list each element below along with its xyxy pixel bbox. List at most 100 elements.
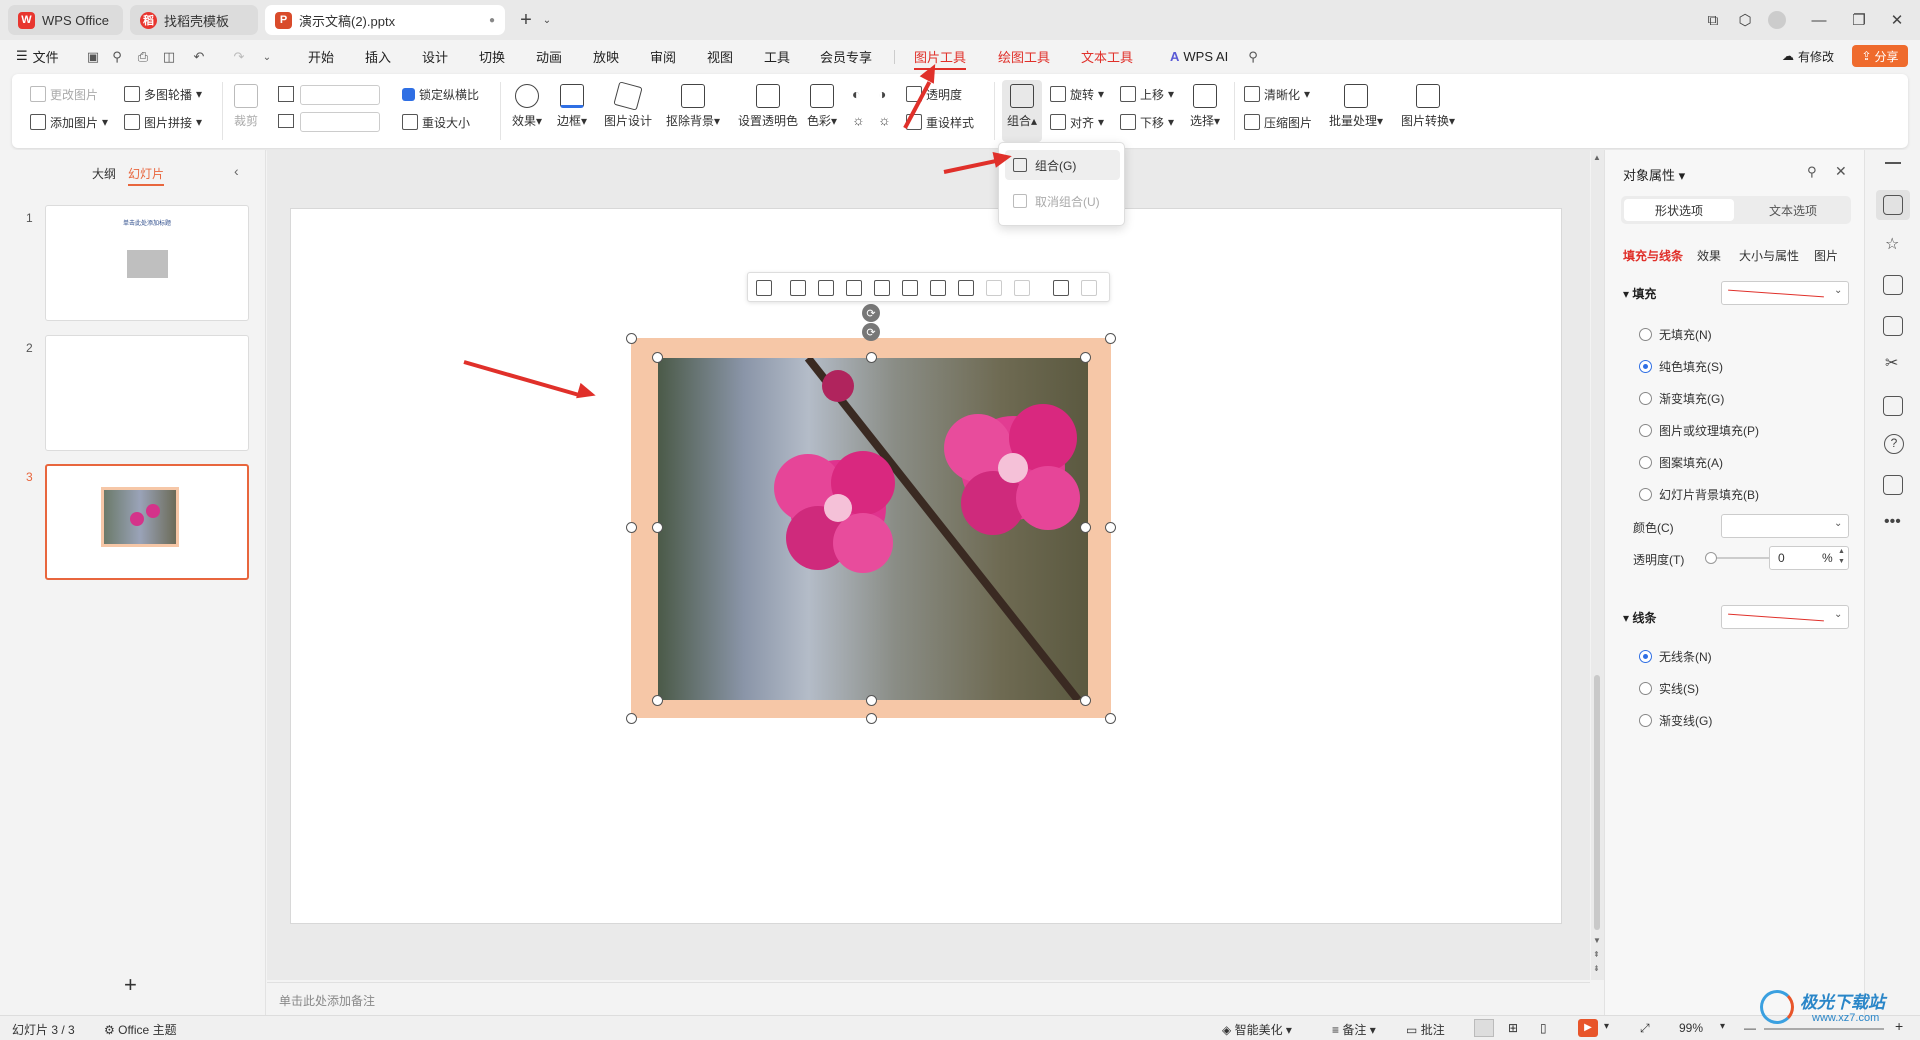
resize-handle[interactable] [866,695,877,706]
close-panel-icon[interactable]: ✕ [1835,163,1847,180]
panel-title[interactable]: 对象属性 ▾ [1623,165,1685,184]
subtab-size-properties[interactable]: 大小与属性 [1739,247,1799,264]
slide-sorter-icon[interactable]: ⊞ [1508,1021,1518,1035]
fill-option-picture-texture[interactable]: 图片或纹理填充(P) [1639,421,1759,439]
scroll-up-icon[interactable]: ▲ [1593,153,1601,162]
pin-icon[interactable]: ⚲ [1807,164,1817,180]
resize-handle[interactable] [1105,333,1116,344]
more-chevron-icon[interactable]: ⌄ [258,48,276,66]
change-picture-button[interactable]: 更改图片 [30,83,98,105]
resize-handle[interactable] [1105,522,1116,533]
subtab-effects[interactable]: 效果 [1697,247,1721,264]
tab-slides[interactable]: 幻灯片 [128,165,165,186]
menu-tools[interactable]: 工具 [764,46,790,66]
rotate-handle-icon[interactable]: ⟳ [862,323,880,341]
remove-background-button[interactable]: 抠除背景▾ [666,84,720,129]
settings-icon[interactable] [1883,475,1903,495]
zoom-out-icon[interactable]: — [1744,1021,1756,1035]
color-dropdown[interactable]: ⌄ [1721,514,1849,538]
redo-icon[interactable]: ↷ [230,48,248,66]
fill-option-none[interactable]: 无填充(N) [1639,325,1712,343]
scroll-down-icon[interactable]: ▼ [1593,936,1601,945]
copy-icon[interactable] [1883,275,1903,295]
slide-thumbnail-1[interactable]: 单击此处添加标题 [45,205,249,321]
distribute-icon[interactable] [958,280,974,296]
group-button[interactable]: 组合▴ [1007,84,1037,129]
transparency-slider-knob[interactable] [1705,552,1717,564]
resize-handle[interactable] [626,713,637,724]
border-button[interactable]: 边框▾ [557,84,587,129]
tab-wps-office[interactable]: W WPS Office [8,5,123,35]
menu-picture-tools[interactable]: 图片工具 [914,46,967,70]
spinner-down-icon[interactable]: ▼ [1838,558,1845,565]
comments-toggle[interactable]: ▭ 批注 [1406,1021,1445,1038]
slideshow-chevron-icon[interactable]: ▾ [1604,1021,1609,1032]
share-button[interactable]: ⇪ 分享 [1852,45,1908,67]
save-icon[interactable]: ▣ [84,48,102,66]
vertical-scrollbar[interactable]: ▲ ▼ ⇞ ⇟ [1591,150,1604,980]
transparency-slider-track[interactable] [1717,557,1769,559]
scrollbar-thumb[interactable] [1594,675,1600,930]
contrast-icon[interactable]: ◐ [852,86,860,102]
picture-collage-button[interactable]: 图片拼接 ▾ [124,111,202,133]
set-transparent-button[interactable]: 设置透明色 [738,84,798,129]
distribute-vertical-icon[interactable] [1014,280,1030,296]
menu-text-tools[interactable]: 文本工具 [1081,46,1133,66]
restore-icon[interactable]: ❐ [1846,8,1872,32]
reset-size-button[interactable]: 重设大小 [402,111,470,133]
resize-handle[interactable] [866,713,877,724]
unsaved-dot-icon[interactable]: ● [489,15,495,26]
notes-area[interactable]: 单击此处添加备注 [267,982,1590,1015]
book-icon[interactable] [1883,396,1903,416]
menu-item-ungroup[interactable]: 取消组合(U) [1005,186,1120,216]
fit-window-icon[interactable]: ⤢ [1640,1021,1650,1036]
tab-outline[interactable]: 大纲 [92,165,116,182]
layout-dropdown-icon[interactable] [756,280,772,296]
menu-design[interactable]: 设计 [422,46,448,66]
wps-ai-menu[interactable]: A WPS AI [1170,46,1228,66]
align-center-icon[interactable] [818,280,834,296]
resize-handle[interactable] [1080,352,1091,363]
flower-picture[interactable] [658,358,1088,700]
tab-shape-options[interactable]: 形状选项 [1624,199,1734,221]
resize-handle[interactable] [652,695,663,706]
transparency-input[interactable]: 0 % ▲ ▼ [1769,546,1849,570]
menu-item-group[interactable]: 组合(G) [1005,150,1120,180]
fill-section-header[interactable]: ▾ 填充 [1623,285,1656,302]
help-icon[interactable]: ? [1884,434,1904,454]
brightness-up-icon[interactable]: ☼ [852,112,865,128]
align-bottom-icon[interactable] [930,280,946,296]
transparency-button[interactable]: 透明度 [906,83,962,105]
resize-handle[interactable] [626,522,637,533]
menu-review[interactable]: 审阅 [650,46,676,66]
smart-beautify-button[interactable]: ◈ 智能美化 ▾ [1222,1021,1292,1038]
brightness-down-icon[interactable]: ☼ [878,112,891,128]
height-input[interactable] [300,85,380,105]
batch-button[interactable]: 批量处理▾ [1329,84,1383,129]
slide-thumbnail-3[interactable] [45,464,249,580]
tools-icon[interactable]: ✂ [1885,353,1898,373]
rotate-handle-icon[interactable]: ⟳ [862,304,880,322]
tab-presentation[interactable]: P 演示文稿(2).pptx ● [265,5,505,35]
group-objects-icon[interactable] [1053,280,1069,296]
cube-icon[interactable]: ⬡ [1732,8,1758,32]
line-dropdown[interactable]: ⌄ [1721,605,1849,629]
subtab-fill-line[interactable]: 填充与线条 [1623,247,1683,264]
reset-style-button[interactable]: 重设样式 [906,111,974,133]
fill-option-pattern[interactable]: 图案填充(A) [1639,453,1723,471]
undo-icon[interactable]: ↶ [190,48,208,66]
menu-slideshow[interactable]: 放映 [593,46,619,66]
width-input[interactable] [300,112,380,132]
play-slideshow-icon[interactable]: ▶ [1578,1019,1598,1037]
resize-handle[interactable] [652,522,663,533]
menu-drawing-tools[interactable]: 绘图工具 [998,46,1050,66]
picture-design-button[interactable]: 图片设计 [604,81,652,129]
align-right-icon[interactable] [846,280,862,296]
zoom-chevron-icon[interactable]: ▾ [1720,1021,1725,1032]
menu-insert[interactable]: 插入 [365,46,391,66]
effects-button[interactable]: 效果▾ [512,84,542,129]
close-window-icon[interactable]: ✕ [1884,8,1910,32]
menu-view[interactable]: 视图 [707,46,733,66]
menu-member[interactable]: 会员专享 [820,46,872,66]
color-button[interactable]: 色彩▾ [807,84,837,129]
